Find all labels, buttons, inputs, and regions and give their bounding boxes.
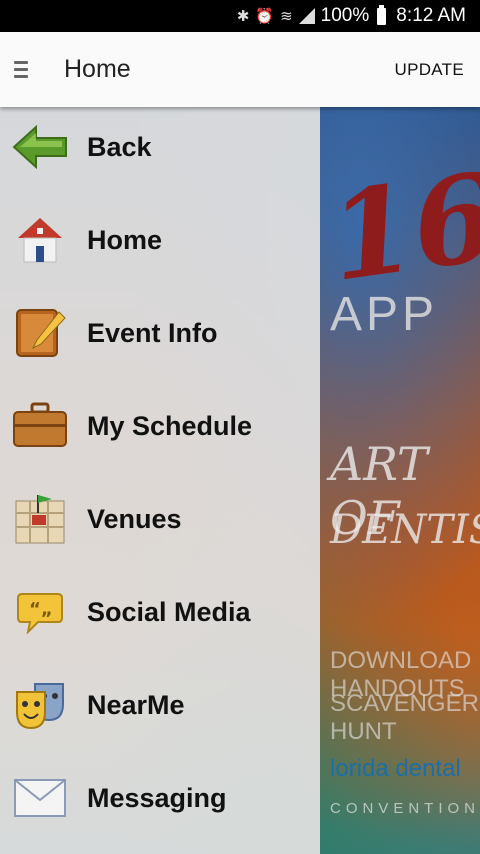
update-button[interactable]: UPDATE xyxy=(395,60,465,80)
menu-item-venues[interactable]: Venues xyxy=(0,479,320,559)
poster-convention: CONVENTION xyxy=(330,800,480,817)
wifi-icon: ≋ xyxy=(280,8,293,25)
bluetooth-icon: ✱ xyxy=(236,8,250,25)
clock: 8:12 AM xyxy=(396,5,466,26)
menu-item-nearme[interactable]: NearMe xyxy=(0,665,320,745)
menu-item-label: Venues xyxy=(87,503,182,534)
house-icon xyxy=(12,212,68,268)
menu-item-label: Social Media xyxy=(87,596,251,627)
map-icon xyxy=(12,491,68,547)
svg-text:“„: “„ xyxy=(29,599,53,620)
battery-percent: 100% xyxy=(320,5,370,26)
menu-item-messaging[interactable]: Messaging xyxy=(0,758,320,838)
menu-item-back[interactable]: Back xyxy=(0,107,320,187)
navigation-drawer: Back Home Event Info My Schedule Venues … xyxy=(0,107,320,854)
back-arrow-icon xyxy=(12,119,68,175)
menu-icon[interactable] xyxy=(14,61,28,78)
menu-item-label: Home xyxy=(87,224,163,255)
menu-item-label: Messaging xyxy=(87,782,227,813)
poster-association: lorida dental xyxy=(330,755,461,782)
envelope-icon xyxy=(12,770,68,826)
briefcase-icon xyxy=(12,398,68,454)
menu-item-my-schedule[interactable]: My Schedule xyxy=(0,386,320,466)
poster-line-hunt: SCAVENGER HUNT xyxy=(330,690,479,745)
poster-year: 16 xyxy=(321,146,480,309)
menu-item-label: My Schedule xyxy=(87,410,253,441)
notepad-pencil-icon xyxy=(12,305,68,361)
status-bar: ✱ ⏰ ≋ 100% 8:12 AM xyxy=(0,0,480,32)
battery-icon xyxy=(377,4,387,25)
speech-bubble-icon: “„ xyxy=(12,584,68,640)
signal-icon xyxy=(298,8,315,24)
menu-item-home[interactable]: Home xyxy=(0,200,320,280)
app-bar: Home UPDATE xyxy=(0,32,480,107)
theater-masks-icon xyxy=(12,677,68,733)
menu-item-label: NearMe xyxy=(87,689,185,720)
poster-mobile-app: APP xyxy=(330,288,439,341)
menu-item-label: Event Info xyxy=(87,317,218,348)
menu-item-event-info[interactable]: Event Info xyxy=(0,293,320,373)
menu-item-social-media[interactable]: “„ Social Media xyxy=(0,572,320,652)
poster-dentistry: DENTISTRY xyxy=(330,507,480,553)
page-title: Home xyxy=(64,55,131,83)
alarm-icon: ⏰ xyxy=(255,8,275,25)
menu-item-label: Back xyxy=(87,131,152,162)
